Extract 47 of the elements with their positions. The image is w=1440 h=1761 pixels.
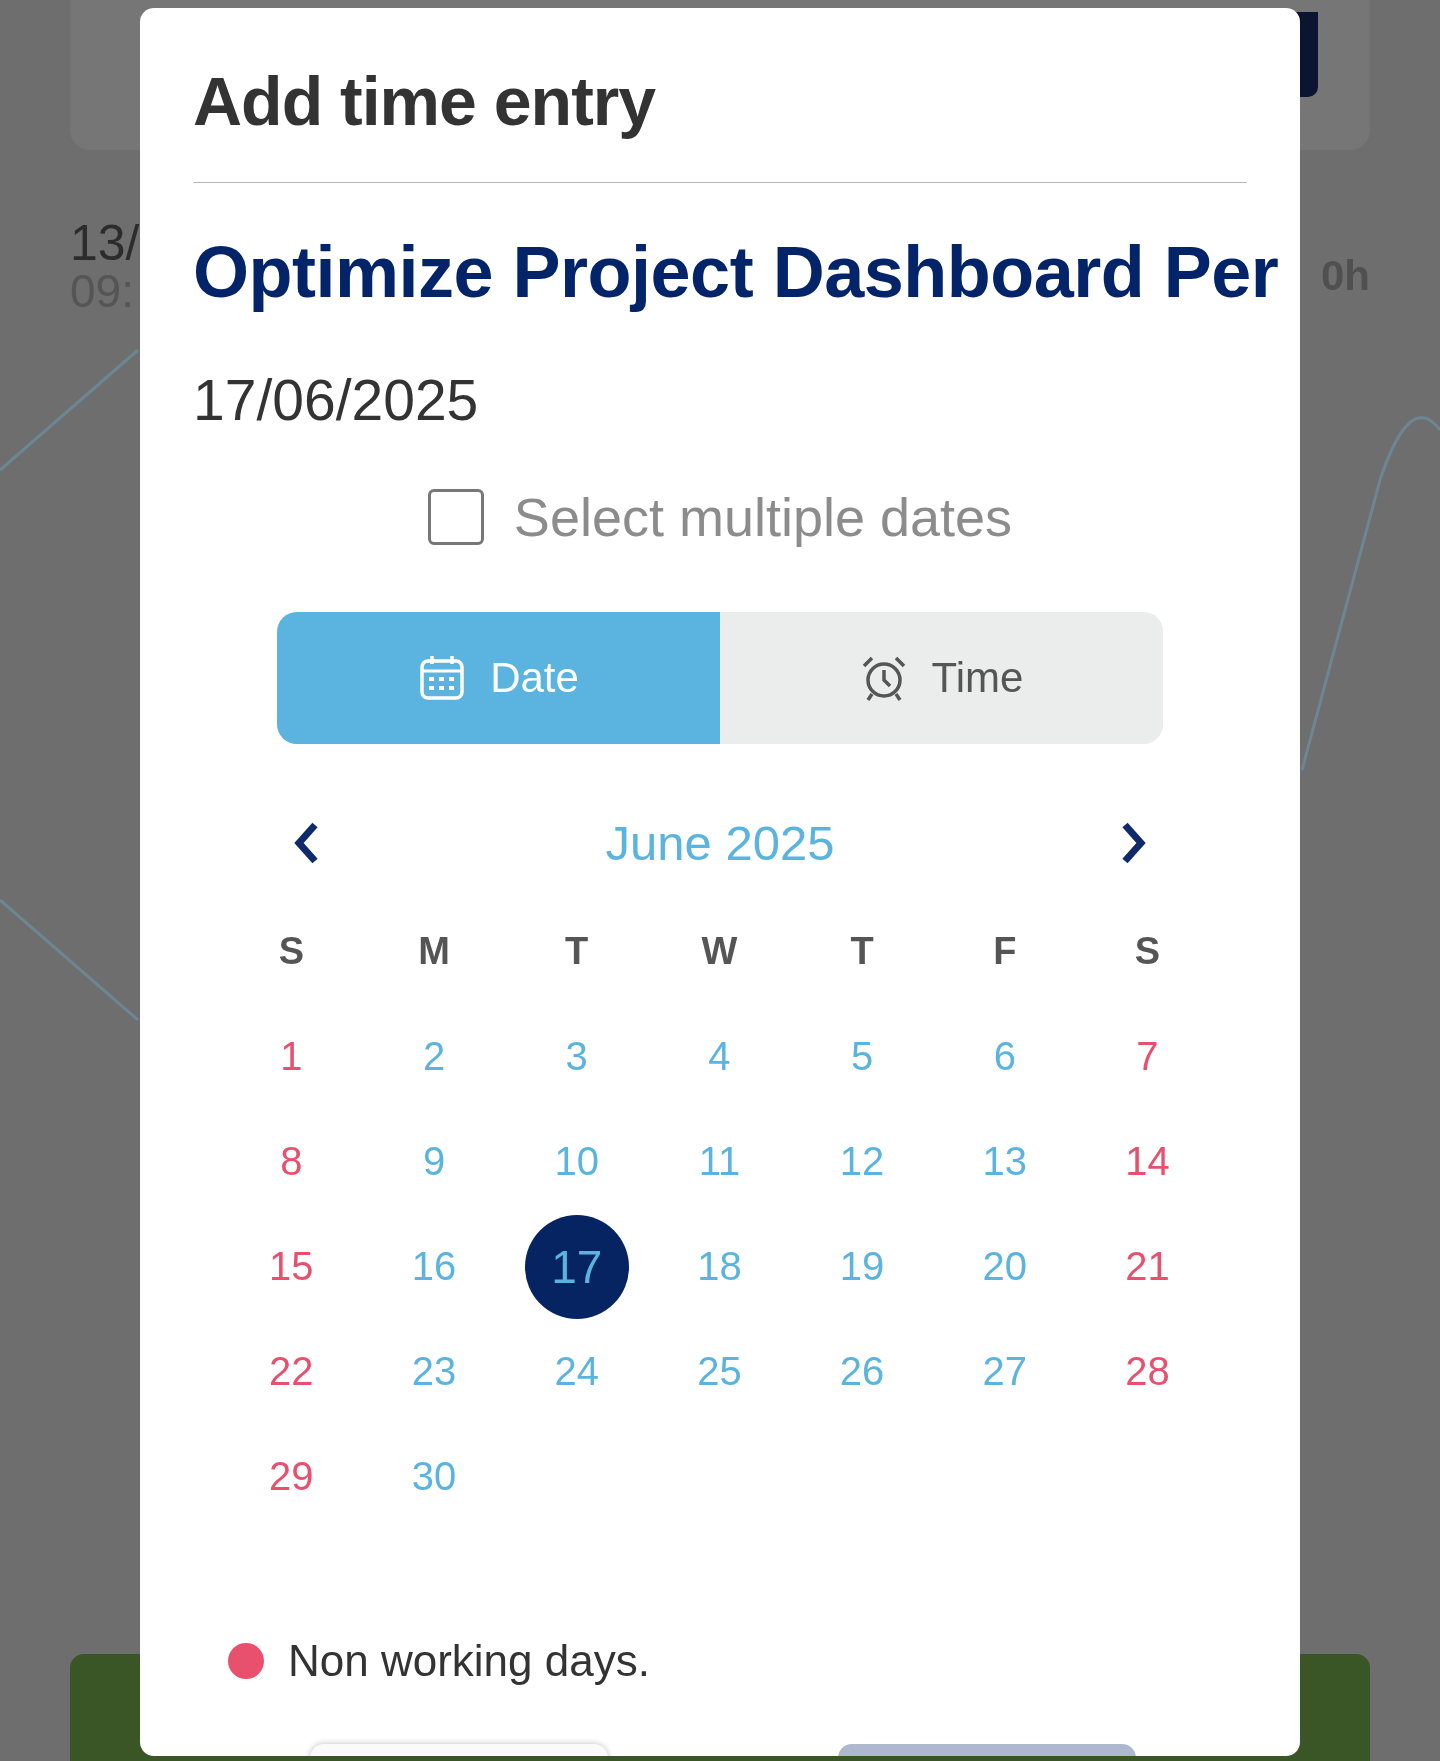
calendar-day[interactable]: 14 <box>1095 1109 1200 1214</box>
tab[interactable]: Date <box>277 612 720 744</box>
calendar-day[interactable]: 8 <box>239 1109 344 1214</box>
calendar-day[interactable]: 12 <box>810 1109 915 1214</box>
task-title: Optimize Project Dashboard Per <box>193 231 1280 314</box>
checkbox-label: Select multiple dates <box>513 486 1013 548</box>
month-label: June 2025 <box>605 815 835 871</box>
calendar-day[interactable]: 27 <box>952 1319 1057 1424</box>
calendar-day[interactable]: 1 <box>239 1004 344 1109</box>
calendar-day[interactable]: 6 <box>952 1004 1057 1109</box>
calendar-day[interactable]: 30 <box>382 1424 487 1529</box>
calendar-day[interactable]: 22 <box>239 1319 344 1424</box>
calendar-day[interactable]: 4 <box>667 1004 772 1109</box>
legend-label: Non working days. <box>288 1636 650 1686</box>
calendar-icon <box>418 654 467 702</box>
calendar-day[interactable]: 10 <box>524 1109 629 1214</box>
dialog-title: Add time entry <box>193 62 657 141</box>
calendar-day[interactable]: 23 <box>382 1319 487 1424</box>
calendar-day[interactable]: 16 <box>382 1214 487 1319</box>
calendar-day[interactable]: 28 <box>1095 1319 1200 1424</box>
weekday-label: S <box>1134 929 1161 974</box>
calendar-day[interactable]: 3 <box>524 1004 629 1109</box>
calendar-day[interactable]: 18 <box>667 1214 772 1319</box>
weekday-label: F <box>993 929 1017 974</box>
calendar-day[interactable]: 13 <box>952 1109 1057 1214</box>
calendar-day[interactable]: 20 <box>952 1214 1057 1319</box>
calendar-day[interactable]: 9 <box>382 1109 487 1214</box>
weekday-label: T <box>850 929 874 974</box>
calendar-day[interactable]: 29 <box>239 1424 344 1529</box>
calendar-day[interactable]: 26 <box>810 1319 915 1424</box>
calendar-day[interactable]: 21 <box>1095 1214 1200 1319</box>
calendar-day[interactable]: 5 <box>810 1004 915 1109</box>
calendar-day[interactable]: 19 <box>810 1214 915 1319</box>
date-value: 17/06/2025 <box>193 367 480 434</box>
weekday-label: W <box>701 929 738 974</box>
checkbox[interactable] <box>427 489 484 545</box>
calendar-day[interactable]: 2 <box>382 1004 487 1109</box>
calendar-day[interactable]: 11 <box>667 1109 772 1214</box>
calendar-day[interactable]: 24 <box>524 1319 629 1424</box>
weekday-label: M <box>418 929 450 974</box>
weekday-label: T <box>565 929 589 974</box>
entry-date: 13/ <box>70 218 140 268</box>
calendar-day[interactable]: 15 <box>239 1214 344 1319</box>
weekday-label: S <box>278 929 304 974</box>
calendar-day[interactable]: 7 <box>1095 1004 1200 1109</box>
calendar-day[interactable]: 25 <box>667 1319 772 1424</box>
calendar-day[interactable]: 17 <box>524 1214 629 1319</box>
